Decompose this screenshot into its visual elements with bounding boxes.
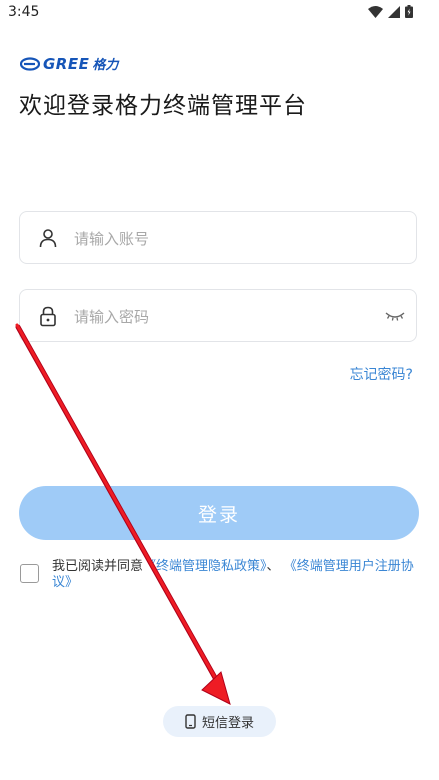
agreement-checkbox[interactable]	[20, 564, 39, 583]
status-bar: 3:45	[0, 0, 439, 26]
signal-icon	[388, 5, 400, 18]
logo-text: GREE	[43, 54, 90, 73]
gree-logo-mark-icon	[20, 56, 40, 71]
privacy-policy-link[interactable]: 《终端管理隐私政策》	[143, 559, 267, 574]
wifi-icon	[368, 5, 383, 18]
status-time: 3:45	[8, 4, 40, 20]
gree-logo: GREE 格力	[20, 54, 118, 73]
page-title: 欢迎登录格力终端管理平台	[19, 93, 307, 119]
status-icons	[368, 5, 413, 18]
password-field[interactable]	[19, 289, 417, 343]
account-field[interactable]	[19, 211, 417, 265]
sms-login-label: 短信登录	[201, 716, 254, 731]
user-icon	[39, 228, 57, 247]
logo-cn-text: 格力	[92, 58, 119, 73]
eye-closed-icon[interactable]	[385, 310, 405, 322]
login-button[interactable]: 登录	[19, 486, 419, 540]
phone-icon	[185, 714, 196, 729]
sms-login-button[interactable]: 短信登录	[163, 706, 276, 737]
lock-icon	[40, 306, 56, 326]
forgot-password-link[interactable]: 忘记密码?	[350, 364, 413, 384]
agreement-text: 我已阅读并同意《终端管理隐私政策》、 《终端管理用户注册协议》	[52, 559, 418, 591]
battery-icon	[405, 5, 413, 18]
agreement-separator: 、	[266, 559, 280, 574]
account-input[interactable]	[72, 212, 376, 265]
password-input[interactable]	[72, 290, 376, 343]
agreement-prefix: 我已阅读并同意	[52, 559, 144, 574]
